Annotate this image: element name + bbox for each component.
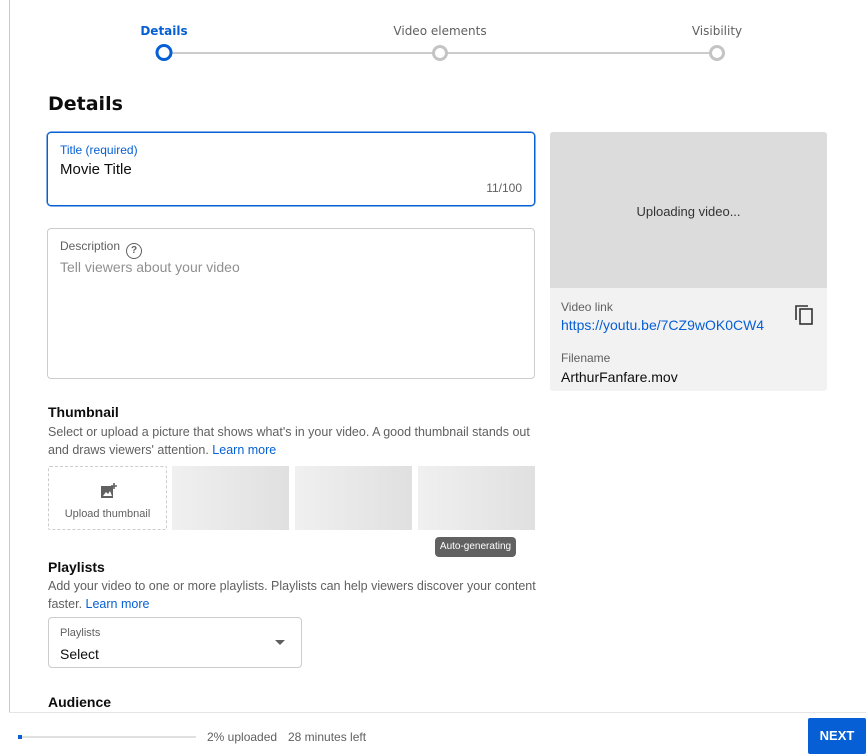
- step-video-elements-label[interactable]: Video elements: [393, 24, 486, 38]
- thumbnail-learn-more-link[interactable]: Learn more: [212, 443, 276, 457]
- title-field-label: Title (required): [60, 143, 138, 157]
- thumbnail-section-title: Thumbnail: [48, 404, 119, 420]
- playlists-section-title: Playlists: [48, 559, 105, 575]
- description-label-text: Description: [60, 239, 121, 253]
- video-preview: Uploading video...: [550, 132, 827, 288]
- upload-progress-bar: [18, 735, 196, 739]
- upload-percent-text: 2% uploaded: [207, 730, 278, 744]
- filename-label: Filename: [561, 351, 611, 365]
- video-preview-card: Uploading video... Video link https://yo…: [550, 132, 827, 391]
- thumbnail-option-1[interactable]: [172, 466, 289, 530]
- filename-value: ArthurFanfare.mov: [561, 369, 678, 385]
- help-icon[interactable]: ?: [126, 243, 143, 259]
- step-connector: [172, 52, 434, 54]
- playlists-learn-more-link[interactable]: Learn more: [86, 597, 150, 611]
- dropdown-arrow-icon: [275, 640, 285, 645]
- time-left-text: 28 minutes left: [288, 730, 367, 744]
- audience-section-title: Audience: [48, 694, 112, 710]
- thumbnail-option-2[interactable]: [295, 466, 412, 530]
- footer-bar: 2% uploaded 28 minutes left NEXT: [9, 712, 866, 754]
- playlists-select[interactable]: Playlists Select: [48, 617, 302, 668]
- title-char-counter: 11/100: [486, 181, 522, 195]
- step-video-elements-dot[interactable]: [432, 45, 448, 61]
- thumbnail-description-text: Select or upload a picture that shows wh…: [48, 425, 530, 457]
- thumbnail-option-3[interactable]: [418, 466, 535, 530]
- video-link[interactable]: https://youtu.be/7CZ9wOK0CW4: [561, 317, 764, 333]
- description-field-label: Description?: [60, 239, 143, 259]
- title-field[interactable]: Title (required) Movie Title 11/100: [47, 132, 535, 206]
- playlists-select-value: Select: [60, 646, 99, 662]
- thumbnail-description: Select or upload a picture that shows wh…: [48, 423, 538, 459]
- upload-thumbnail-label: Upload thumbnail: [64, 508, 151, 520]
- step-visibility-label[interactable]: Visibility: [692, 24, 742, 38]
- description-input[interactable]: Tell viewers about your video: [60, 259, 240, 275]
- step-visibility-dot[interactable]: [709, 45, 725, 61]
- step-details-dot[interactable]: [155, 44, 173, 61]
- page-title: Details: [48, 93, 123, 115]
- uploading-status: Uploading video...: [636, 204, 741, 219]
- add-photo-icon: [101, 483, 117, 498]
- next-button[interactable]: NEXT: [808, 718, 866, 754]
- copy-icon[interactable]: [794, 304, 814, 326]
- playlists-select-label: Playlists: [60, 627, 101, 639]
- upload-progress-fill: [18, 735, 22, 739]
- title-input[interactable]: Movie Title: [60, 161, 132, 178]
- auto-generating-tooltip: Auto-generating: [435, 537, 516, 557]
- step-connector: [446, 52, 710, 54]
- video-link-label: Video link: [561, 300, 613, 314]
- description-field[interactable]: Description? Tell viewers about your vid…: [47, 228, 535, 379]
- upload-thumbnail-button[interactable]: Upload thumbnail: [48, 466, 167, 530]
- step-details-label[interactable]: Details: [140, 24, 187, 38]
- playlists-description: Add your video to one or more playlists.…: [48, 577, 538, 613]
